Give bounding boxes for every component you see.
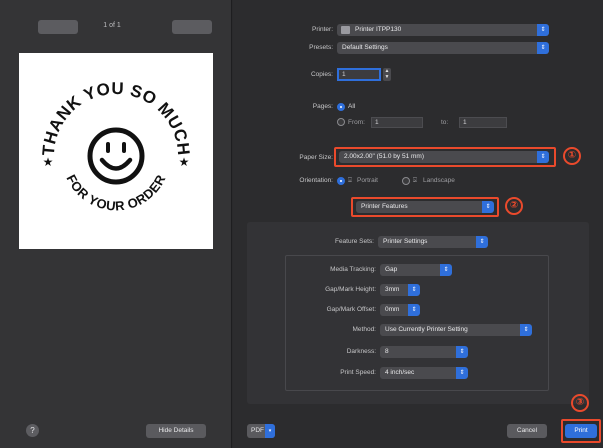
copies-label: Copies: xyxy=(310,71,333,78)
help-button[interactable]: ? xyxy=(26,424,39,437)
preview-pane: 1 of 1 THANK YOU SO MUCH FOR YOUR ORDER … xyxy=(0,0,232,448)
media-tracking-popup[interactable]: Gap ⇕ xyxy=(380,264,452,276)
orientation-landscape-label: Landscape xyxy=(423,177,455,184)
gap-mark-height-popup[interactable]: 3mm ⇕ xyxy=(380,284,420,296)
orientation-landscape-radio[interactable] xyxy=(402,177,410,185)
pages-from-radio[interactable] xyxy=(337,118,345,126)
feature-sets-label: Feature Sets: xyxy=(334,238,374,245)
star-icon: ★ xyxy=(179,155,190,169)
pdf-label: PDF xyxy=(251,427,264,434)
orientation-label: Orientation: xyxy=(299,177,333,184)
sticker-bottom-text: FOR YOUR ORDER xyxy=(63,172,168,214)
svg-text:FOR YOUR ORDER: FOR YOUR ORDER xyxy=(63,172,168,214)
chevron-updown-icon: ⇕ xyxy=(408,284,420,296)
chevron-updown-icon: ⇕ xyxy=(440,264,452,276)
gap-mark-offset-label: Gap/Mark Offset: xyxy=(326,306,376,313)
gap-mark-offset-value: 0mm xyxy=(385,306,400,313)
media-tracking-value: Gap xyxy=(385,266,398,273)
chevron-down-icon: ▾ xyxy=(265,424,275,438)
darkness-popup[interactable]: 8 ⇕ xyxy=(380,346,468,358)
section-popup-highlight xyxy=(351,197,499,217)
pages-all-radio[interactable] xyxy=(337,103,345,111)
darkness-value: 8 xyxy=(385,348,389,355)
copies-stepper[interactable]: ▲ ▼ xyxy=(383,68,391,81)
cancel-button[interactable]: Cancel xyxy=(507,424,547,438)
chevron-updown-icon: ⇕ xyxy=(408,304,420,316)
chevron-updown-icon: ⇕ xyxy=(456,367,468,379)
chevron-updown-icon: ⇕ xyxy=(476,236,488,248)
chevron-updown-icon: ⇕ xyxy=(520,324,532,336)
hide-details-button[interactable]: Hide Details xyxy=(146,424,206,438)
smiley-face-icon xyxy=(87,127,145,185)
chevron-updown-icon: ⇕ xyxy=(537,24,549,36)
darkness-label: Darkness: xyxy=(346,348,376,355)
gap-mark-height-label: Gap/Mark Height: xyxy=(325,286,376,293)
print-button-highlight xyxy=(561,419,601,443)
orientation-portrait-label: Portrait xyxy=(357,177,378,184)
feature-sets-popup[interactable]: Printer Settings ⇕ xyxy=(378,236,488,248)
presets-popup[interactable]: Default Settings ⇕ xyxy=(337,42,549,54)
page-indicator: 1 of 1 xyxy=(103,22,121,29)
sticker-preview-image: THANK YOU SO MUCH FOR YOUR ORDER ★ ★ xyxy=(39,79,193,214)
annotation-3: ③ xyxy=(571,394,589,412)
star-icon: ★ xyxy=(43,155,54,169)
page-preview: THANK YOU SO MUCH FOR YOUR ORDER ★ ★ xyxy=(19,53,213,249)
chevron-updown-icon: ⇕ xyxy=(537,42,549,54)
media-tracking-label: Media Tracking: xyxy=(330,266,376,273)
landscape-icon: ⍄ xyxy=(413,177,417,184)
method-popup[interactable]: Use Currently Printer Setting ⇕ xyxy=(380,324,532,336)
presets-label: Presets: xyxy=(309,44,333,51)
pages-from-label: From: xyxy=(348,119,365,126)
print-speed-popup[interactable]: 4 inch/sec ⇕ xyxy=(380,367,468,379)
sticker-top-text: THANK YOU SO MUCH xyxy=(39,79,193,157)
print-options-pane: Printer: Printer ITPP130 ⇕ Presets: Defa… xyxy=(233,0,603,448)
printer-popup[interactable]: Printer ITPP130 ⇕ xyxy=(337,24,549,36)
pages-to-label: to: xyxy=(441,119,449,126)
pdf-menu-button[interactable]: PDF ▾ xyxy=(247,424,275,438)
printer-label: Printer: xyxy=(312,26,333,33)
method-label: Method: xyxy=(352,326,377,333)
paper-size-label: Paper Size: xyxy=(299,154,333,161)
print-speed-value: 4 inch/sec xyxy=(385,369,415,376)
annotation-1: ① xyxy=(563,147,581,165)
annotation-2: ② xyxy=(505,197,523,215)
portrait-icon: ⍓ xyxy=(348,177,352,184)
orientation-portrait-radio[interactable] xyxy=(337,177,345,185)
copies-input[interactable]: 1 xyxy=(337,68,381,81)
method-value: Use Currently Printer Setting xyxy=(385,326,468,333)
printer-icon xyxy=(341,26,350,34)
pages-all-label: All xyxy=(348,103,356,110)
paper-size-highlight xyxy=(334,147,556,167)
feature-sets-value: Printer Settings xyxy=(383,238,428,245)
printer-value: Printer ITPP130 xyxy=(355,26,402,33)
chevron-updown-icon: ⇕ xyxy=(456,346,468,358)
print-speed-label: Print Speed: xyxy=(340,369,376,376)
gap-mark-offset-popup[interactable]: 0mm ⇕ xyxy=(380,304,420,316)
previous-page-button[interactable] xyxy=(38,20,78,34)
svg-text:THANK YOU SO MUCH: THANK YOU SO MUCH xyxy=(39,79,193,157)
pages-to-input[interactable]: 1 xyxy=(459,117,507,128)
gap-mark-height-value: 3mm xyxy=(385,286,400,293)
next-page-button[interactable] xyxy=(172,20,212,34)
pages-label: Pages: xyxy=(312,103,333,110)
presets-value: Default Settings xyxy=(342,44,388,51)
pages-from-input[interactable]: 1 xyxy=(371,117,423,128)
